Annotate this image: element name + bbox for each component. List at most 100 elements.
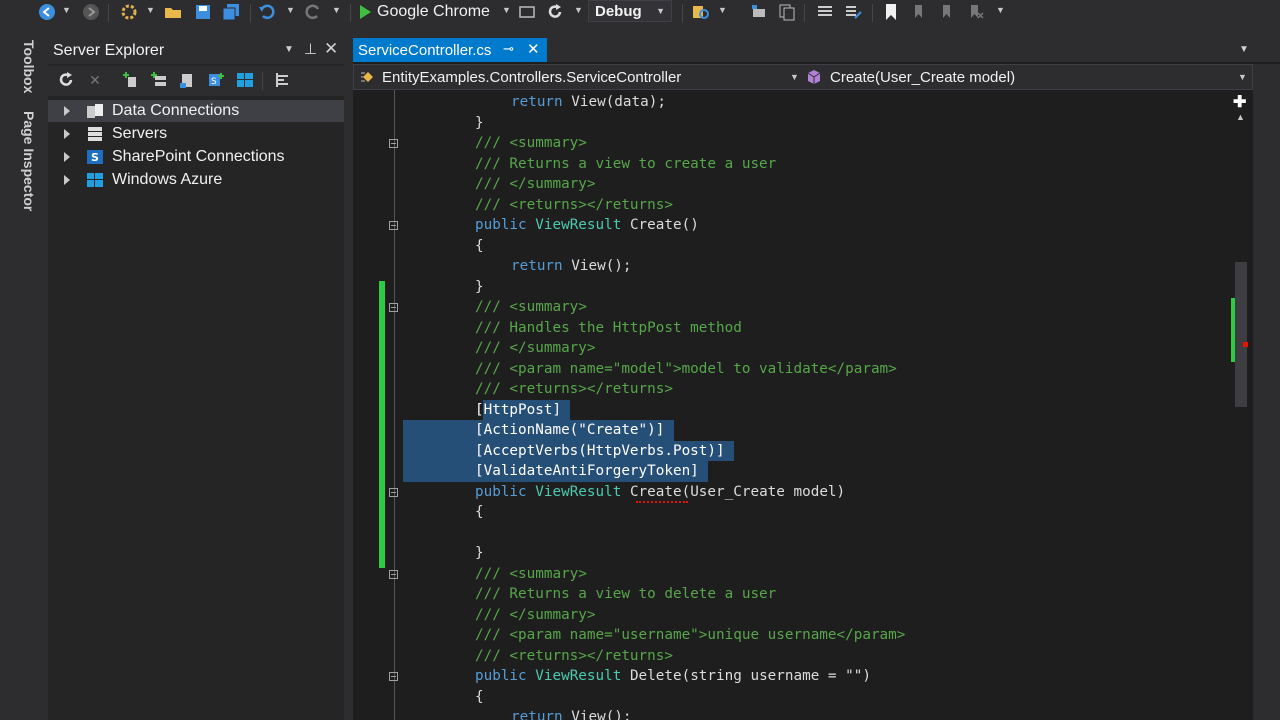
code-token: /// Returns a view to create a user — [475, 155, 777, 172]
split-icon[interactable]: ✚ — [1233, 92, 1246, 112]
collapse-toggle-icon[interactable] — [389, 487, 398, 497]
scroll-up-icon[interactable]: ▲ — [1236, 112, 1245, 122]
close-icon[interactable]: ✕ — [324, 39, 338, 59]
window-position-dropdown-icon[interactable]: ▼ — [284, 44, 294, 55]
run-target-dropdown-icon[interactable]: ▼ — [502, 5, 511, 15]
pin-icon[interactable]: ⊥ — [304, 40, 317, 58]
code-token: /// <summary> — [475, 299, 587, 315]
forward-icon[interactable] — [82, 3, 100, 21]
expand-arrow-icon[interactable] — [64, 152, 70, 162]
windows-azure-icon — [86, 172, 104, 188]
expand-arrow-icon[interactable] — [64, 129, 70, 139]
toolbar-overflow-icon[interactable]: ▼ — [996, 5, 1005, 15]
code-token: } — [475, 545, 484, 561]
page-inspector-tab[interactable]: Page Inspector — [14, 106, 44, 216]
main-toolbar: ▼ ▼ ▼ ▼ Google Chrome ▼ ▼ Debug ▼ ▼ ▼ — [0, 0, 1280, 26]
error-squiggle — [636, 499, 688, 503]
server-explorer-panel: Server Explorer ▼ ⊥ ✕ ✕ S Data Connectio… — [48, 38, 344, 720]
collapse-toggle-icon[interactable] — [389, 672, 398, 681]
refresh-dropdown-icon[interactable]: ▼ — [574, 5, 583, 15]
save-icon[interactable] — [194, 3, 212, 21]
back-dropdown-icon[interactable]: ▼ — [62, 5, 71, 15]
tree-item-servers[interactable]: Servers — [48, 123, 344, 145]
open-folder-icon[interactable] — [164, 3, 182, 21]
next-bookmark-icon[interactable] — [938, 3, 956, 21]
vertical-scrollbar[interactable]: ✚ ▲ — [1229, 90, 1253, 720]
code-token: return — [511, 94, 572, 110]
find-icon[interactable] — [692, 3, 710, 21]
collapse-toggle-icon[interactable] — [389, 303, 398, 312]
collapse-toggle-icon[interactable] — [389, 139, 398, 148]
code-line: /// <returns></returns> — [475, 195, 673, 215]
connect-to-database-icon[interactable] — [122, 71, 140, 89]
collapse-toggle-icon[interactable] — [389, 569, 398, 579]
code-token: (data); — [605, 94, 666, 110]
solution-configuration-select[interactable]: Debug ▼ — [588, 0, 672, 22]
type-dropdown-label: EntityExamples.Controllers.ServiceContro… — [382, 68, 682, 86]
document-tab-strip: ServiceController.cs ⊸ ✕ ▼ — [353, 38, 1280, 62]
new-project-icon[interactable] — [120, 3, 138, 21]
tree-item-windows-azure[interactable]: Windows Azure — [48, 169, 344, 191]
refresh-icon[interactable] — [546, 3, 564, 21]
code-line: [ValidateAntiForgeryToken] — [475, 461, 699, 481]
clear-bookmarks-icon[interactable] — [966, 3, 984, 21]
toolbox-tab[interactable]: Toolbox — [14, 36, 44, 98]
code-area[interactable]: return View(data);}/// <summary>/// Retu… — [353, 90, 1228, 720]
tree-item-label: Windows Azure — [112, 171, 223, 188]
tree-item-sharepoint[interactable]: S SharePoint Connections — [48, 146, 344, 168]
code-token: ViewResult — [535, 217, 622, 233]
comment-icon[interactable] — [816, 3, 834, 21]
connect-to-azure-icon[interactable] — [178, 71, 196, 89]
find-dropdown-icon[interactable]: ▼ — [718, 5, 727, 15]
data-connections-icon — [86, 103, 104, 119]
navigation-bar: EntityExamples.Controllers.ServiceContro… — [353, 64, 1253, 90]
redo-icon[interactable] — [304, 3, 322, 21]
collapse-toggle-icon[interactable] — [389, 221, 398, 230]
svg-text:S: S — [91, 151, 99, 164]
code-line: { — [475, 687, 484, 707]
pin-icon[interactable]: ⊸ — [503, 41, 514, 57]
uncomment-icon[interactable] — [844, 3, 862, 21]
code-editor: ServiceController.cs ⊸ ✕ ▼ EntityExample… — [353, 38, 1280, 720]
code-line: /// <summary> — [475, 133, 587, 153]
new-dropdown-icon[interactable]: ▼ — [146, 5, 155, 15]
browser-link-icon[interactable] — [518, 3, 536, 21]
stop-icon[interactable]: ✕ — [86, 71, 104, 89]
member-dropdown[interactable]: Create(User_Create model) ▼ — [806, 65, 1248, 89]
tree-item-data-connections[interactable]: Data Connections — [48, 100, 344, 122]
windows-azure-icon[interactable] — [236, 71, 254, 89]
start-debugging-button[interactable]: Google Chrome — [360, 0, 490, 24]
code-token: View — [571, 709, 606, 720]
save-all-icon[interactable] — [222, 3, 240, 21]
expand-arrow-icon[interactable] — [64, 175, 70, 185]
copy-files-icon[interactable] — [778, 3, 796, 21]
scrollbar-thumb[interactable] — [1235, 262, 1247, 407]
code-line: [AcceptVerbs(HttpVerbs.Post)] — [475, 441, 725, 461]
chevron-down-icon: ▼ — [656, 6, 665, 16]
change-marker — [1231, 298, 1235, 362]
play-icon — [360, 5, 371, 19]
code-token: Delete(string username = "") — [621, 668, 871, 684]
code-line: /// <summary> — [475, 564, 587, 584]
properties-icon[interactable] — [274, 71, 292, 89]
connect-to-server-icon[interactable] — [150, 71, 168, 89]
close-icon[interactable]: ✕ — [527, 40, 540, 58]
code-line: return View(data); — [511, 92, 666, 112]
tab-servicecontroller[interactable]: ServiceController.cs ⊸ ✕ — [353, 38, 547, 62]
sharepoint-connect-icon[interactable]: S — [208, 71, 226, 89]
redo-dropdown-icon[interactable]: ▼ — [332, 5, 341, 15]
previous-bookmark-icon[interactable] — [910, 3, 928, 21]
refresh-icon[interactable] — [57, 71, 75, 89]
side-tab-strip: Toolbox Page Inspector — [14, 32, 44, 232]
back-icon[interactable] — [38, 3, 56, 21]
code-token: /// <summary> — [475, 135, 587, 151]
expand-arrow-icon[interactable] — [64, 106, 70, 116]
undo-dropdown-icon[interactable]: ▼ — [286, 5, 295, 15]
bookmark-icon[interactable] — [882, 3, 900, 21]
tab-overflow-icon[interactable]: ▼ — [1239, 44, 1249, 55]
undo-icon[interactable] — [258, 3, 276, 21]
server-icon — [86, 126, 104, 142]
code-token: { — [475, 504, 484, 520]
new-solution-folder-icon[interactable] — [750, 3, 768, 21]
type-dropdown[interactable]: EntityExamples.Controllers.ServiceContro… — [360, 65, 800, 89]
